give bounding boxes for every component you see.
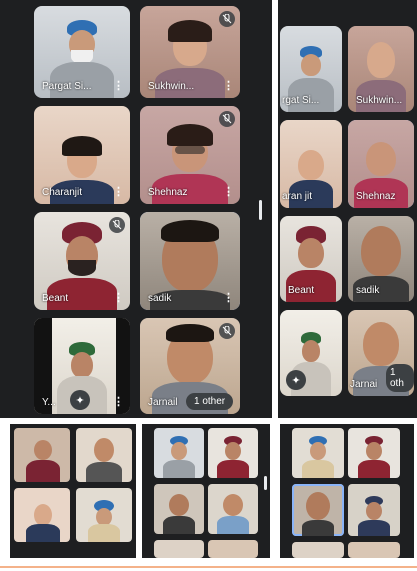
participant-name: Charanjit [42, 187, 83, 198]
more-vert-icon[interactable]: ⋮ [113, 81, 124, 92]
video-tile [292, 428, 344, 478]
more-vert-icon[interactable]: ⋮ [223, 81, 234, 92]
video-tile [208, 484, 258, 534]
participant-tile-jarnail[interactable]: Jarnai 1 oth [348, 310, 414, 396]
video-tile [292, 542, 344, 558]
more-vert-icon[interactable]: ⋮ [223, 293, 234, 304]
more-vert-icon[interactable]: ⋮ [113, 187, 124, 198]
participant-name: aran jit [282, 191, 313, 202]
participant-tile-sukhwinder[interactable]: Sukhwin... ⋮ [140, 6, 240, 98]
divider [0, 566, 417, 568]
mic-off-icon [219, 111, 235, 127]
participant-name: rgat Si... [282, 95, 320, 106]
video-tile [154, 540, 204, 558]
more-vert-icon[interactable]: ⋮ [113, 293, 124, 304]
participant-name: Pargat Si... [42, 81, 92, 92]
participant-tile-shehnaz[interactable]: Shehnaz ⋮ [140, 106, 240, 204]
participant-tile-charanjit[interactable]: aran jit [280, 120, 342, 208]
video-tile [292, 484, 344, 536]
mic-off-icon [219, 323, 235, 339]
participant-tile-sukhwinder[interactable]: Sukhwin... [348, 26, 414, 112]
video-tile [208, 540, 258, 558]
participant-name: Beant [288, 285, 315, 296]
scrollbar[interactable] [264, 476, 267, 490]
participant-tile-sadik[interactable]: sadik ⋮ [140, 212, 240, 310]
participant-name: Shehnaz [148, 187, 188, 198]
meet-panel-main: Pargat Si... ⋮ Sukhwin... ⋮ Charanjit ⋮ … [0, 0, 272, 418]
video-tile [14, 488, 70, 542]
participant-name: sadik [148, 293, 172, 304]
participant-name: sadik [356, 285, 380, 296]
participant-tile-pargat[interactable]: rgat Si... [280, 26, 342, 112]
participant-name: Sukhwin... [356, 95, 403, 106]
participant-tile-jarnail[interactable]: Jarnail 1 other [140, 318, 240, 414]
others-chip[interactable]: 1 other [186, 393, 234, 410]
video-tile [348, 428, 400, 478]
sparkle-icon[interactable]: ✦ [70, 390, 90, 410]
participant-tile-beant[interactable]: Beant ⋮ [34, 212, 130, 310]
participant-name: Sukhwin... [148, 81, 195, 92]
more-vert-icon[interactable]: ⋮ [113, 397, 124, 408]
participant-name: Y... [42, 397, 56, 408]
others-chip[interactable]: 1 oth [386, 364, 414, 392]
participant-name: Jarnail [148, 397, 178, 408]
video-tile [154, 484, 204, 534]
video-tile [208, 428, 258, 478]
participant-tile-y[interactable]: ✦ [280, 310, 342, 396]
participant-tile-beant[interactable]: Beant [280, 216, 342, 302]
participant-name: Beant [42, 293, 69, 304]
participant-tile-charanjit[interactable]: Charanjit ⋮ [34, 106, 130, 204]
meet-thumbnail-2 [142, 424, 270, 558]
participant-name: Shehnaz [356, 191, 396, 202]
meet-thumbnail-3 [280, 424, 414, 558]
participant-name: Jarnai [350, 379, 378, 390]
video-tile [348, 484, 400, 536]
video-tile [14, 428, 70, 482]
video-tile [76, 488, 132, 542]
sparkle-icon[interactable]: ✦ [286, 370, 306, 390]
participant-tile-sadik[interactable]: sadik [348, 216, 414, 302]
video-tile [348, 542, 400, 558]
meet-thumbnail-1 [10, 424, 136, 558]
more-vert-icon[interactable]: ⋮ [223, 187, 234, 198]
video-tile [76, 428, 132, 482]
mic-off-icon [109, 217, 125, 233]
participant-tile-y[interactable]: ✦ Y... ⋮ [34, 318, 130, 414]
participant-tile-shehnaz[interactable]: Shehnaz [348, 120, 414, 208]
mic-off-icon [219, 11, 235, 27]
video-tile [154, 428, 204, 478]
participant-tile-pargat[interactable]: Pargat Si... ⋮ [34, 6, 130, 98]
scrollbar[interactable] [259, 200, 262, 220]
meet-panel-right: rgat Si... Sukhwin... aran jit Shehnaz B… [278, 0, 417, 418]
